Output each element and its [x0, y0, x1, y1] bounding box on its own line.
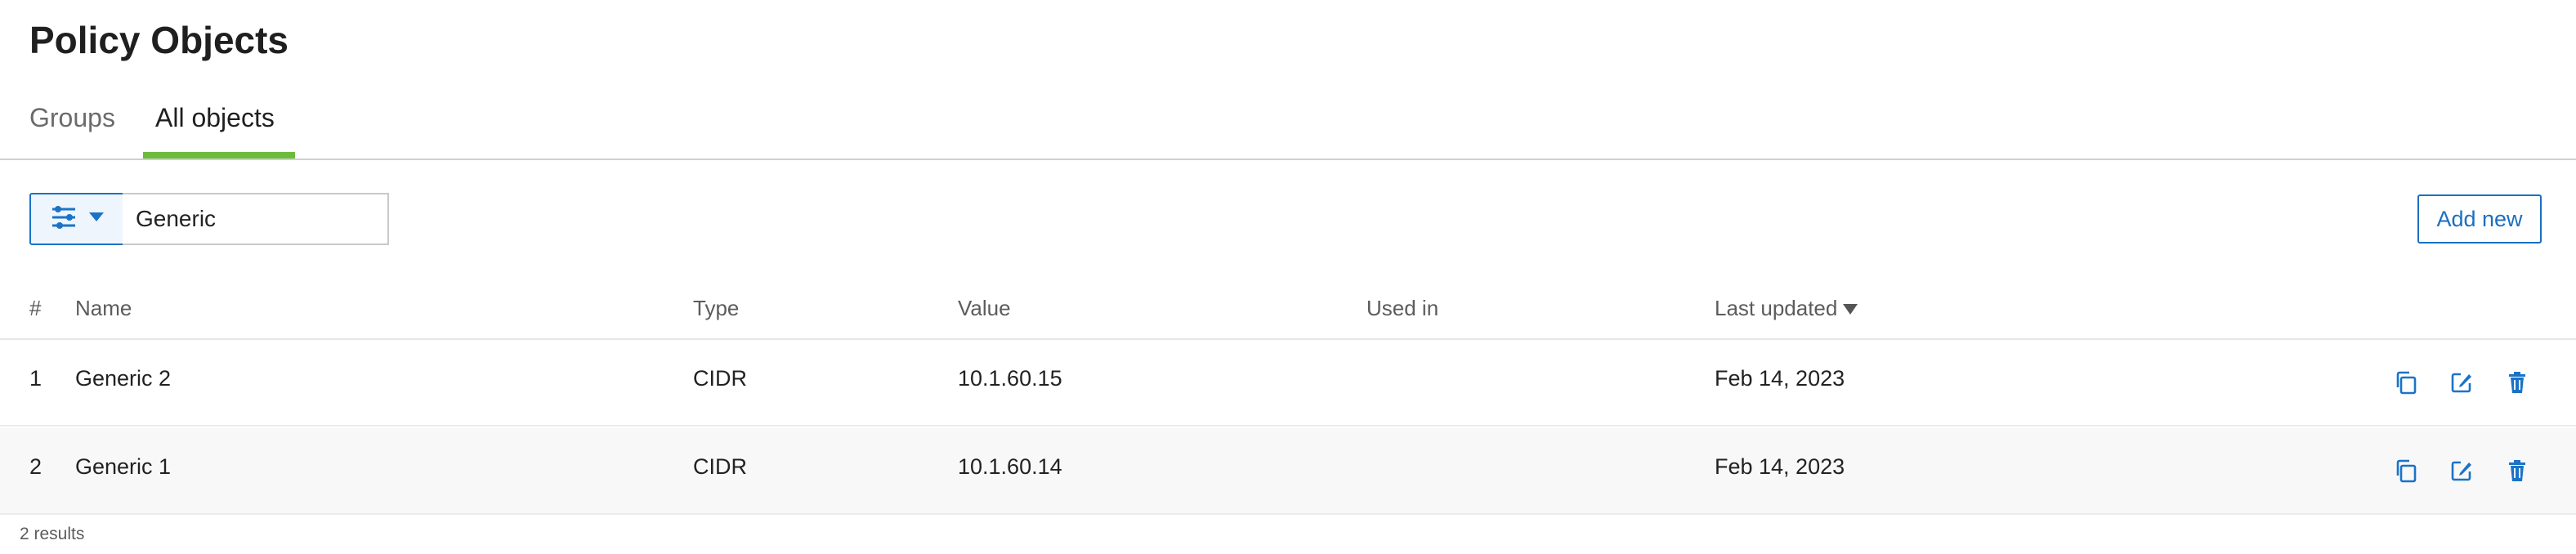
row-last-updated: Feb 14, 2023	[1715, 454, 1845, 479]
row-type: CIDR	[693, 366, 747, 391]
row-index: 1	[29, 366, 42, 391]
column-header-value[interactable]: Value	[958, 296, 1011, 321]
row-name: Generic 2	[75, 366, 172, 391]
copy-icon[interactable]	[2391, 456, 2421, 485]
search-input[interactable]	[123, 193, 389, 245]
add-new-button[interactable]: Add new	[2417, 194, 2542, 243]
row-last-updated: Feb 14, 2023	[1715, 366, 1845, 391]
row-name: Generic 1	[75, 454, 172, 479]
tab-all-objects[interactable]: All objects	[155, 103, 275, 133]
tab-bar: Groups All objects	[0, 96, 2576, 160]
page-title: Policy Objects	[29, 19, 289, 61]
row-index: 2	[29, 454, 42, 479]
row-value: 10.1.60.15	[958, 366, 1062, 391]
column-header-name[interactable]: Name	[75, 296, 132, 321]
sort-desc-icon	[1842, 296, 1858, 321]
column-header-type[interactable]: Type	[693, 296, 739, 321]
active-tab-indicator	[143, 152, 295, 159]
copy-icon[interactable]	[2391, 368, 2421, 397]
column-header-last-updated[interactable]: Last updated	[1715, 296, 1858, 321]
tab-groups[interactable]: Groups	[29, 103, 115, 133]
edit-icon[interactable]	[2447, 368, 2476, 397]
column-header-used-in[interactable]: Used in	[1366, 296, 1438, 321]
results-count: 2 results	[20, 525, 85, 543]
edit-icon[interactable]	[2447, 456, 2476, 485]
caret-down-icon	[89, 212, 104, 226]
trash-icon[interactable]	[2502, 456, 2532, 485]
sliders-icon	[50, 203, 78, 235]
table-row[interactable]: 1 Generic 2 CIDR 10.1.60.15 Feb 14, 2023	[0, 340, 2576, 427]
table-row[interactable]: 2 Generic 1 CIDR 10.1.60.14 Feb 14, 2023	[0, 428, 2576, 515]
column-header-last-updated-label: Last updated	[1715, 296, 1838, 320]
trash-icon[interactable]	[2502, 368, 2532, 397]
filter-dropdown-button[interactable]	[29, 193, 124, 245]
row-type: CIDR	[693, 454, 747, 479]
column-header-index: #	[29, 296, 42, 320]
row-value: 10.1.60.14	[958, 454, 1062, 479]
